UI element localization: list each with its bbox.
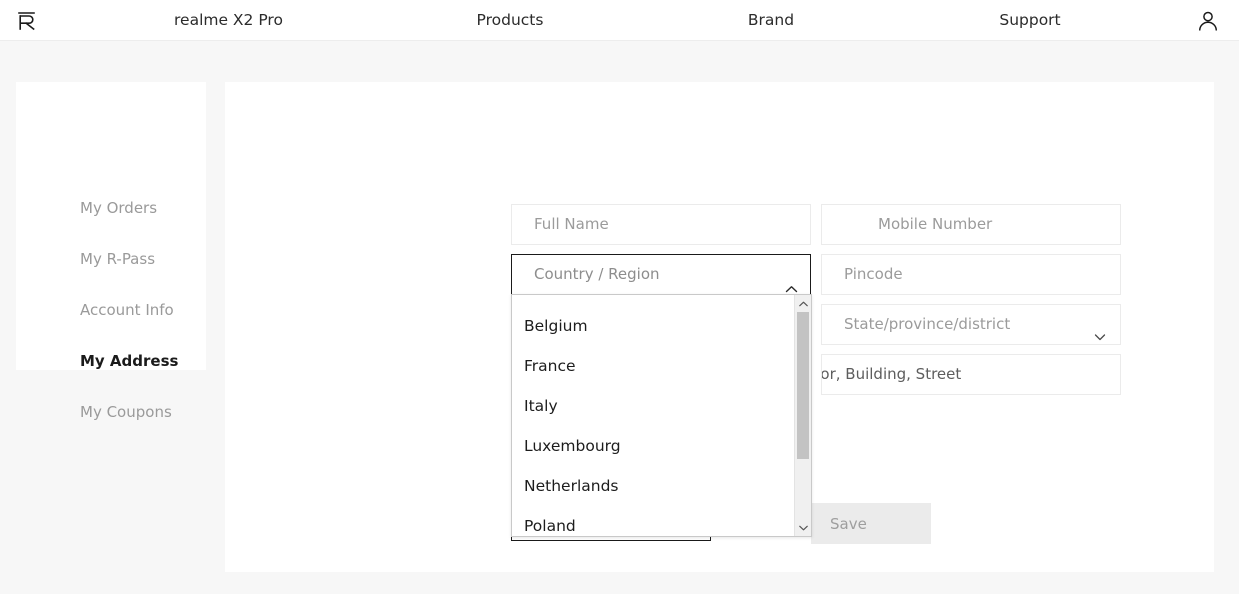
country-region-placeholder: Country / Region	[534, 265, 660, 283]
dropdown-options-container: Belgium France Italy Luxembourg Netherla…	[512, 295, 794, 536]
full-name-placeholder: Full Name	[534, 215, 609, 233]
dropdown-option-belgium[interactable]: Belgium	[512, 306, 794, 346]
country-region-dropdown-list[interactable]: Belgium France Italy Luxembourg Netherla…	[511, 294, 812, 537]
nav-link-support[interactable]: Support	[982, 0, 1078, 40]
state-placeholder: State/province/district	[844, 315, 1011, 333]
scroll-up-arrow-icon[interactable]	[795, 295, 811, 312]
chevron-up-icon	[785, 270, 798, 293]
sidebar-item-label: My Address	[80, 352, 179, 370]
sidebar-item-my-orders[interactable]: My Orders	[16, 199, 206, 217]
nav-link-products[interactable]: Products	[462, 0, 558, 40]
state-province-district-select[interactable]: State/province/district	[821, 304, 1121, 345]
sidebar-item-my-address[interactable]: My Address	[16, 352, 206, 370]
dropdown-option-netherlands[interactable]: Netherlands	[512, 466, 794, 506]
scroll-down-arrow-icon[interactable]	[795, 519, 811, 536]
sidebar-item-my-r-pass[interactable]: My R-Pass	[16, 250, 206, 268]
dropdown-option-italy[interactable]: Italy	[512, 386, 794, 426]
full-name-input[interactable]: Full Name	[511, 204, 811, 245]
chevron-down-icon	[1094, 319, 1106, 341]
mobile-number-placeholder: Mobile Number	[878, 215, 993, 233]
dropdown-option-france[interactable]: France	[512, 346, 794, 386]
pincode-input[interactable]: Pincode	[821, 254, 1121, 295]
pincode-placeholder: Pincode	[844, 265, 903, 283]
dropdown-scrollbar[interactable]	[794, 295, 811, 536]
realme-logo-icon[interactable]	[14, 8, 40, 34]
nav-link-realme-x2-pro[interactable]: realme X2 Pro	[174, 0, 283, 40]
sidebar-item-my-coupons[interactable]: My Coupons	[16, 403, 206, 421]
sidebar-item-label: Account Info	[80, 301, 174, 319]
mobile-number-input[interactable]: Mobile Number	[821, 204, 1121, 245]
save-button[interactable]: Save	[811, 503, 931, 544]
sidebar-item-label: My R-Pass	[80, 250, 156, 268]
address-form-panel: Full Name Mobile Number Pincode State/pr…	[225, 82, 1214, 572]
street-address-input[interactable]: No., Floor, Building, Street	[821, 354, 1121, 395]
sidebar-item-label: My Orders	[80, 199, 158, 217]
dropdown-option-poland[interactable]: Poland	[512, 506, 794, 536]
dropdown-option-luxembourg[interactable]: Luxembourg	[512, 426, 794, 466]
scrollbar-thumb[interactable]	[797, 312, 809, 459]
account-sidebar: My Orders My R-Pass Account Info My Addr…	[16, 82, 206, 421]
street-address-placeholder: No., Floor, Building, Street	[821, 365, 962, 383]
sidebar-item-account-info[interactable]: Account Info	[16, 301, 206, 319]
nav-link-brand[interactable]: Brand	[723, 0, 819, 40]
sidebar-item-label: My Coupons	[80, 403, 172, 421]
top-navigation-bar: realme X2 Pro Products Brand Support	[0, 0, 1239, 41]
country-region-select[interactable]: Country / Region	[511, 254, 811, 295]
user-account-icon[interactable]	[1195, 8, 1221, 34]
